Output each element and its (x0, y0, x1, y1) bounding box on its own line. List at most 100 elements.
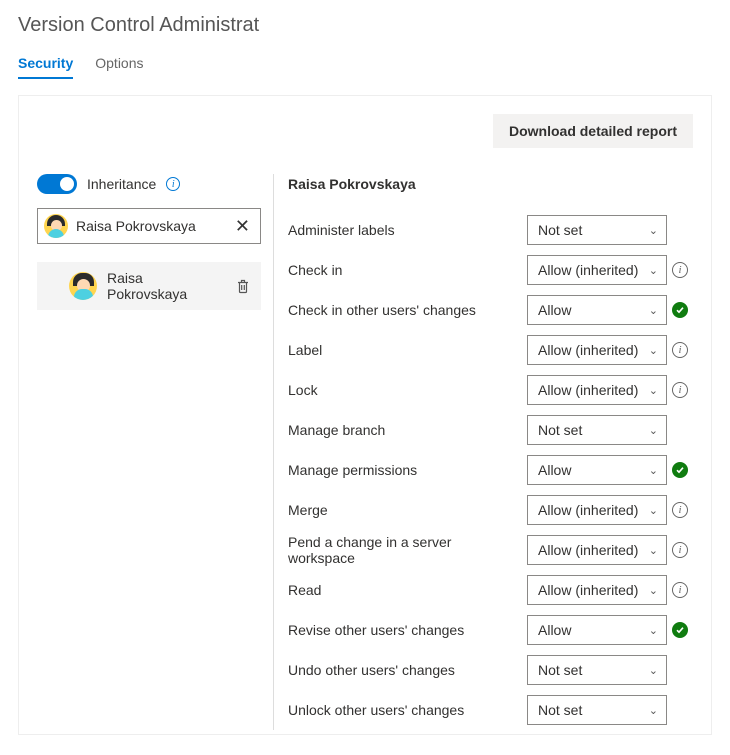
permission-row: Read Allow (inherited) ⌄ i (288, 570, 693, 610)
permission-select[interactable]: Allow ⌄ (527, 615, 667, 645)
inheritance-toggle[interactable] (37, 174, 77, 194)
permission-row: Lock Allow (inherited) ⌄ i (288, 370, 693, 410)
check-icon (672, 302, 688, 318)
chevron-down-icon: ⌄ (649, 664, 658, 677)
chevron-down-icon: ⌄ (649, 584, 658, 597)
permission-value: Allow (inherited) (538, 542, 638, 558)
info-icon[interactable]: i (672, 502, 688, 518)
chevron-down-icon: ⌄ (649, 464, 658, 477)
permission-value: Allow (inherited) (538, 382, 638, 398)
permission-row: Check in other users' changes Allow ⌄ (288, 290, 693, 330)
permission-value: Allow (inherited) (538, 502, 638, 518)
info-icon[interactable]: i (672, 262, 688, 278)
permission-select[interactable]: Not set ⌄ (527, 215, 667, 245)
permission-row: Check in Allow (inherited) ⌄ i (288, 250, 693, 290)
permission-label: Check in (288, 262, 527, 278)
check-icon (672, 462, 688, 478)
permission-row: Manage branch Not set ⌄ (288, 410, 693, 450)
check-icon (672, 622, 688, 638)
badge-slot: i (667, 382, 693, 398)
badge-slot: i (667, 582, 693, 598)
badge-slot: i (667, 502, 693, 518)
badge-slot: i (667, 262, 693, 278)
sidebar: Inheritance i Raisa Pokrovskaya ✕ Raisa … (37, 174, 273, 730)
info-icon[interactable]: i (672, 542, 688, 558)
tab-bar: Security Options (18, 55, 712, 79)
permission-value: Allow (inherited) (538, 262, 638, 278)
permission-value: Allow (538, 622, 571, 638)
info-icon[interactable]: i (672, 582, 688, 598)
chevron-down-icon: ⌄ (649, 424, 658, 437)
inheritance-label: Inheritance (87, 176, 156, 192)
permission-row: Undo other users' changes Not set ⌄ (288, 650, 693, 690)
permission-select[interactable]: Allow (inherited) ⌄ (527, 535, 667, 565)
permission-select[interactable]: Allow ⌄ (527, 295, 667, 325)
permission-label: Merge (288, 502, 527, 518)
permission-select[interactable]: Not set ⌄ (527, 655, 667, 685)
info-icon[interactable]: i (166, 177, 180, 191)
permission-value: Allow (538, 302, 571, 318)
permission-row: Merge Allow (inherited) ⌄ i (288, 490, 693, 530)
user-name-label: Raisa Pokrovskaya (107, 270, 225, 302)
chevron-down-icon: ⌄ (649, 384, 658, 397)
permission-select[interactable]: Not set ⌄ (527, 695, 667, 725)
permission-label: Undo other users' changes (288, 662, 527, 678)
badge-slot: i (667, 542, 693, 558)
panel: Download detailed report Inheritance i R… (18, 95, 712, 735)
permission-row: Manage permissions Allow ⌄ (288, 450, 693, 490)
chevron-down-icon: ⌄ (649, 344, 658, 357)
permission-label: Unlock other users' changes (288, 702, 527, 718)
chevron-down-icon: ⌄ (649, 504, 658, 517)
permission-value: Not set (538, 422, 582, 438)
permission-select[interactable]: Allow (inherited) ⌄ (527, 575, 667, 605)
info-icon[interactable]: i (672, 342, 688, 358)
permission-select[interactable]: Allow (inherited) ⌄ (527, 375, 667, 405)
permission-value: Allow (inherited) (538, 342, 638, 358)
chevron-down-icon: ⌄ (649, 704, 658, 717)
permission-row: Unlock other users' changes Not set ⌄ (288, 690, 693, 730)
permission-select[interactable]: Allow ⌄ (527, 455, 667, 485)
badge-slot (667, 302, 693, 318)
tab-security[interactable]: Security (18, 55, 73, 79)
badge-slot (667, 462, 693, 478)
avatar-icon (69, 272, 97, 300)
permission-label: Lock (288, 382, 527, 398)
permission-row: Pend a change in a server workspaceAllow… (288, 530, 693, 570)
info-icon[interactable]: i (672, 382, 688, 398)
tab-options[interactable]: Options (95, 55, 143, 79)
chevron-down-icon: ⌄ (649, 624, 658, 637)
permission-row: Label Allow (inherited) ⌄ i (288, 330, 693, 370)
search-value: Raisa Pokrovskaya (76, 218, 225, 234)
permission-value: Not set (538, 702, 582, 718)
permissions-panel: Raisa Pokrovskaya Administer labelsNot s… (273, 174, 693, 730)
permission-select[interactable]: Not set ⌄ (527, 415, 667, 445)
clear-icon[interactable]: ✕ (233, 217, 252, 235)
permission-value: Allow (inherited) (538, 582, 638, 598)
permission-label: Label (288, 342, 527, 358)
chevron-down-icon: ⌄ (649, 304, 658, 317)
permission-label: Manage branch (288, 422, 527, 438)
permission-row: Administer labelsNot set⌄ (288, 210, 693, 250)
permission-value: Not set (538, 662, 582, 678)
permission-label: Check in other users' changes (288, 302, 527, 318)
permission-label: Revise other users' changes (288, 622, 527, 638)
user-list-item[interactable]: Raisa Pokrovskaya (37, 262, 261, 310)
user-search-input[interactable]: Raisa Pokrovskaya ✕ (37, 208, 261, 244)
avatar-icon (44, 214, 68, 238)
permission-select[interactable]: Allow (inherited) ⌄ (527, 255, 667, 285)
permission-label: Read (288, 582, 527, 598)
permission-select[interactable]: Allow (inherited) ⌄ (527, 495, 667, 525)
permission-label: Manage permissions (288, 462, 527, 478)
chevron-down-icon: ⌄ (649, 264, 658, 277)
trash-icon[interactable] (235, 278, 251, 294)
badge-slot (667, 622, 693, 638)
download-report-button[interactable]: Download detailed report (493, 114, 693, 148)
details-title: Raisa Pokrovskaya (288, 174, 693, 192)
permission-value: Not set (538, 222, 582, 238)
permission-label: Pend a change in a server workspace (288, 534, 527, 566)
permission-row: Revise other users' changes Allow ⌄ (288, 610, 693, 650)
permission-value: Allow (538, 462, 571, 478)
permission-select[interactable]: Allow (inherited) ⌄ (527, 335, 667, 365)
chevron-down-icon: ⌄ (649, 224, 658, 237)
chevron-down-icon: ⌄ (649, 544, 658, 557)
